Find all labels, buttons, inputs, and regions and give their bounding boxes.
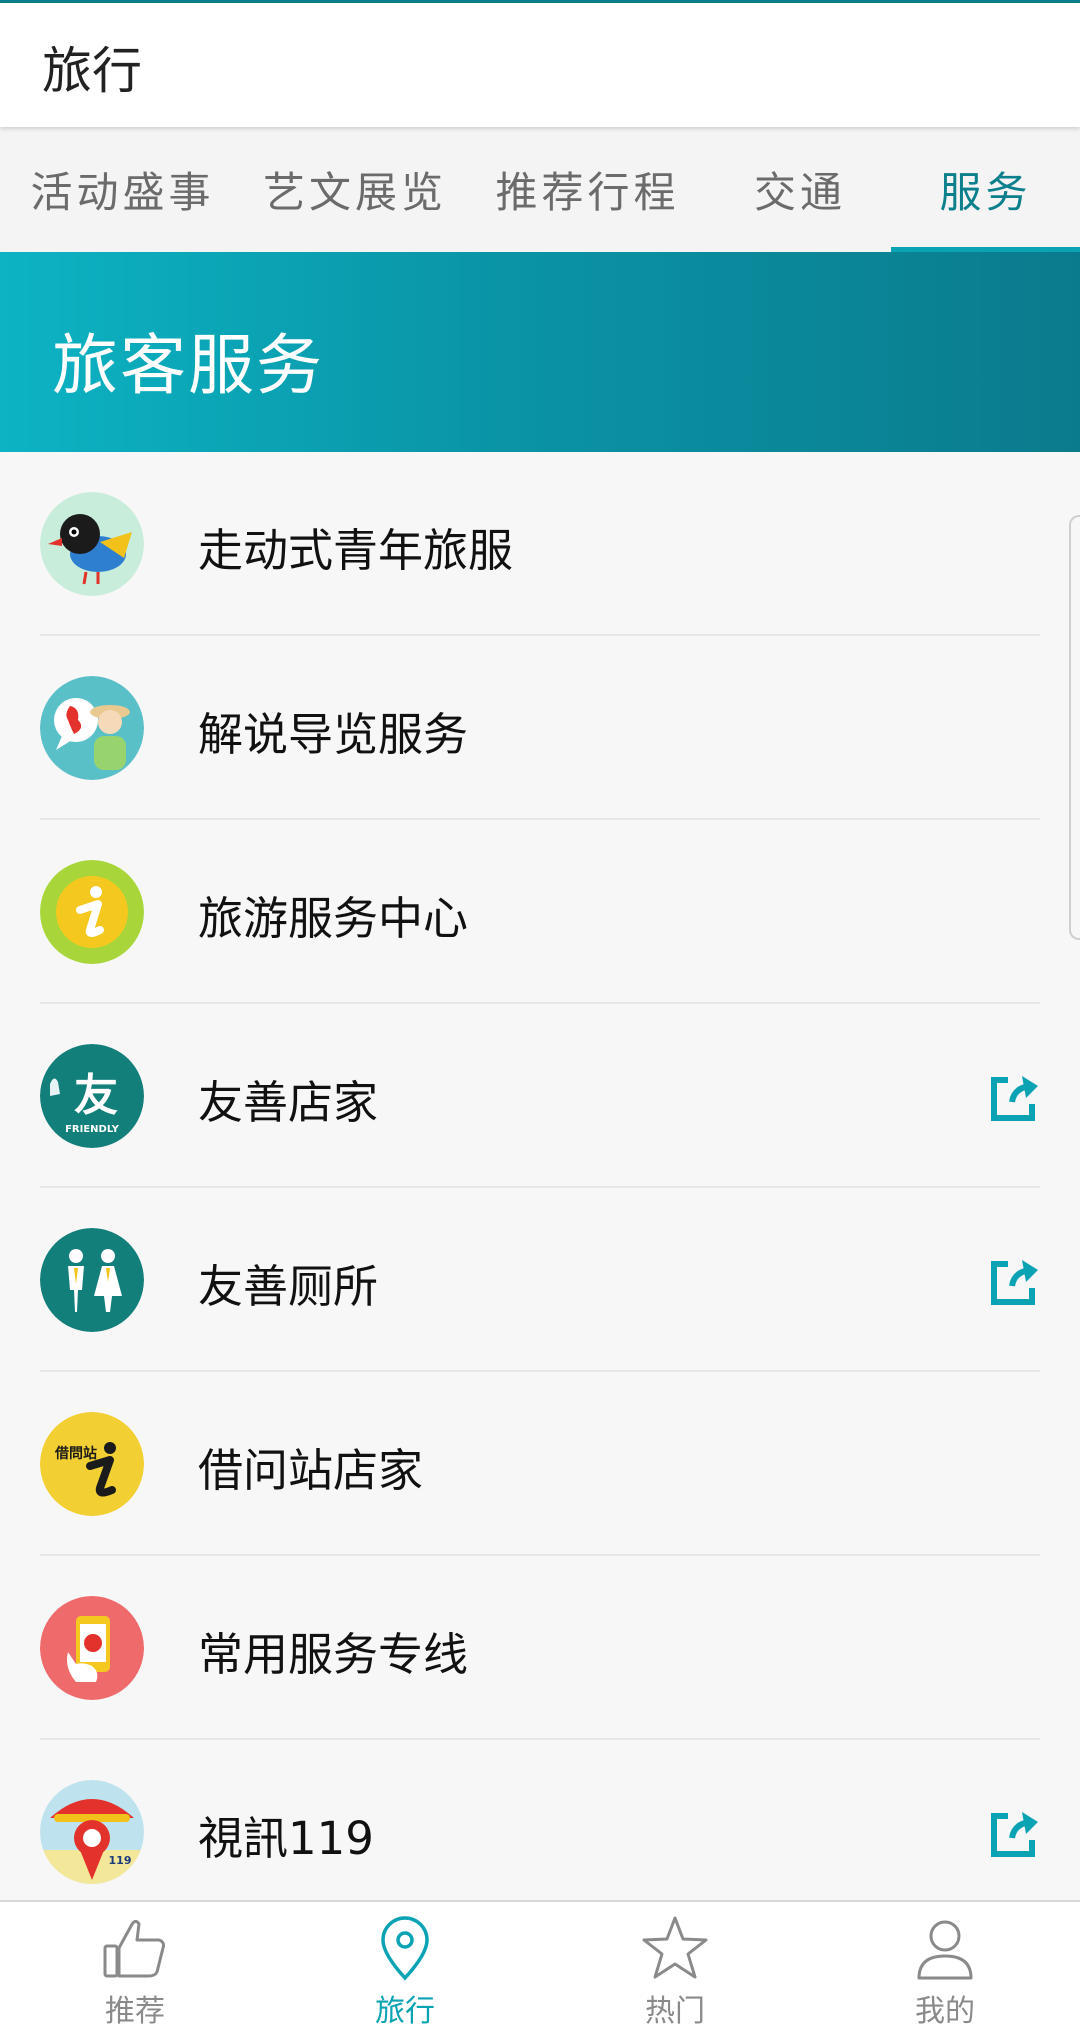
list-item-guided-tour-service[interactable]: 解说导览服务 [0, 636, 1080, 820]
nav-item-travel[interactable]: 旅行 [270, 1902, 540, 2032]
list-item-inquiry-station-shops[interactable]: 借問站 借问站店家 [0, 1372, 1080, 1556]
list-item-label: 視訊119 [198, 1812, 374, 1865]
list-item-label: 常用服务专线 [198, 1628, 469, 1681]
nav-item-popular[interactable]: 热门 [540, 1902, 810, 2032]
list-item-label: 友善厕所 [198, 1260, 379, 1313]
section-heading: 旅客服务 [52, 327, 324, 404]
video-119-icon: 119 [40, 1780, 144, 1884]
restroom-icon [40, 1228, 144, 1332]
section-banner: 旅客服务 [0, 252, 1080, 452]
nav-item-recommend[interactable]: 推荐 [0, 1902, 270, 2032]
info-i-icon [40, 860, 144, 964]
person-icon [917, 1920, 973, 1980]
list-item-video-119[interactable]: 119 視訊119 [0, 1740, 1080, 1900]
list-item-label: 旅游服务中心 [198, 892, 469, 945]
tab-services[interactable]: 服务 [891, 127, 1080, 252]
external-link-icon[interactable] [988, 1808, 1040, 1860]
bird-mascot-icon [40, 492, 144, 596]
nav-label: 推荐 [105, 1994, 165, 2029]
edge-panel-handle[interactable] [1069, 515, 1080, 940]
list-item-friendly-shops[interactable]: 友 FRIENDLY 友善店家 [0, 1004, 1080, 1188]
tab-events[interactable]: 活动盛事 [0, 127, 245, 252]
location-pin-icon [381, 1916, 429, 1981]
external-link-icon[interactable] [988, 1256, 1040, 1308]
list-item-visitor-center[interactable]: 旅游服务中心 [0, 820, 1080, 1004]
nav-label: 热门 [645, 1994, 705, 2029]
video-119-icon-text: 119 [109, 1854, 132, 1867]
tab-itineraries[interactable]: 推荐行程 [465, 127, 710, 252]
tab-transport[interactable]: 交通 [710, 127, 890, 252]
tab-exhibitions[interactable]: 艺文展览 [245, 127, 465, 252]
list-item-label: 借问站店家 [198, 1444, 424, 1497]
list-item-label: 解说导览服务 [198, 708, 469, 761]
external-link-icon[interactable] [988, 1072, 1040, 1124]
list-item-friendly-restrooms[interactable]: 友善厕所 [0, 1188, 1080, 1372]
app-title: 旅行 [42, 42, 142, 100]
nav-item-mine[interactable]: 我的 [810, 1902, 1080, 2032]
bottom-navigation: 推荐 旅行 热门 我的 [0, 1900, 1080, 2032]
star-icon [642, 1916, 708, 1979]
thumbs-up-icon [103, 1919, 165, 1978]
service-list: 走动式青年旅服 解说导览服务 旅游服务中心 友 FRIENDLY 友善店家 友善… [0, 452, 1080, 1900]
app-bar: 旅行 [0, 3, 1080, 127]
category-tabs: 活动盛事 艺文展览 推荐行程 交通 服务 [0, 127, 1080, 253]
friendly-icon-char: 友 [74, 1070, 118, 1121]
list-item-label: 走动式青年旅服 [198, 524, 514, 577]
inquiry-station-icon: 借問站 [40, 1412, 144, 1516]
list-item-youth-travel-service[interactable]: 走动式青年旅服 [0, 452, 1080, 636]
phone-hotline-icon [40, 1596, 144, 1700]
friendly-icon-caption: FRIENDLY [65, 1124, 120, 1135]
inquiry-icon-text: 借問站 [54, 1445, 97, 1462]
nav-label: 旅行 [375, 1994, 435, 2029]
nav-label: 我的 [915, 1994, 975, 2029]
list-item-service-hotlines[interactable]: 常用服务专线 [0, 1556, 1080, 1740]
tour-guide-icon [40, 676, 144, 780]
friendly-shop-icon: 友 FRIENDLY [40, 1044, 144, 1148]
list-item-label: 友善店家 [198, 1076, 379, 1129]
